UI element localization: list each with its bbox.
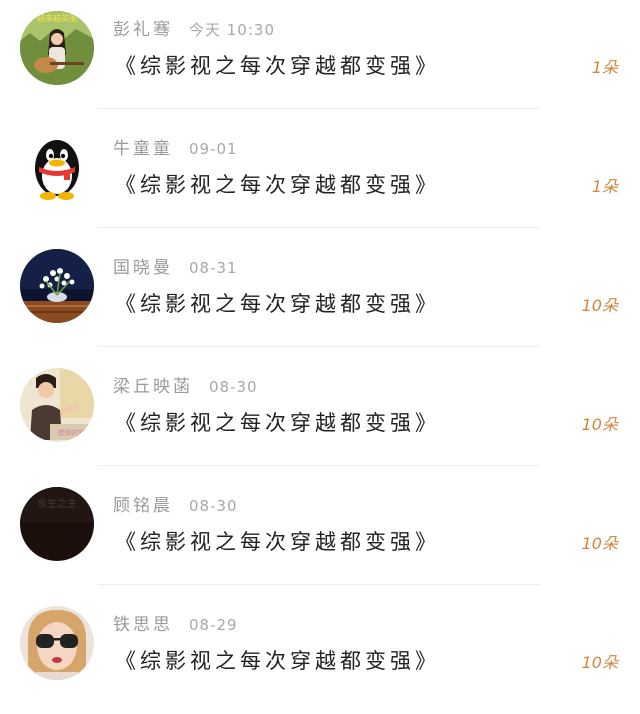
divider	[98, 465, 540, 466]
flower-count: 10朵	[581, 653, 618, 672]
avatar-text: 越来越美丽	[37, 13, 77, 23]
divider	[98, 227, 540, 228]
young-man-avatar[interactable]: 想你的夜	[20, 368, 94, 442]
post-date: 今天 10:30	[189, 21, 275, 39]
gift-list: 越来越美丽 彭礼骞 今天 10:30 《综影视之每次穿越都变强》 1朵 牛童童 …	[0, 0, 640, 690]
user-meta: 彭礼骞 今天 10:30	[113, 17, 275, 43]
user-meta: 铁思思 08-29	[113, 612, 238, 638]
list-item[interactable]: 铁思思 08-29 《综影视之每次穿越都变强》 10朵	[0, 595, 640, 714]
post-date: 08-31	[189, 259, 238, 277]
dark-text-avatar[interactable]: 余生之主	[20, 487, 94, 561]
divider	[98, 584, 540, 585]
book-title[interactable]: 《综影视之每次穿越都变强》	[115, 50, 440, 82]
user-name[interactable]: 国晓曼	[113, 258, 173, 278]
avatar-text: 想你的夜	[58, 428, 86, 437]
user-name[interactable]: 顾铭晨	[113, 496, 173, 516]
flower-count: 10朵	[581, 296, 618, 315]
divider	[98, 108, 540, 109]
book-title[interactable]: 《综影视之每次穿越都变强》	[115, 526, 440, 558]
book-title[interactable]: 《综影视之每次穿越都变强》	[115, 645, 440, 677]
user-name[interactable]: 牛童童	[113, 139, 173, 159]
post-date: 08-30	[209, 378, 258, 396]
flower-vase-avatar[interactable]	[20, 249, 94, 323]
book-title[interactable]: 《综影视之每次穿越都变强》	[115, 407, 440, 439]
user-name[interactable]: 彭礼骞	[113, 20, 173, 40]
post-date: 08-30	[189, 497, 238, 515]
list-item[interactable]: 越来越美丽 彭礼骞 今天 10:30 《综影视之每次穿越都变强》 1朵	[0, 0, 640, 119]
sunglasses-girl-avatar[interactable]	[20, 606, 94, 680]
post-date: 08-29	[189, 616, 238, 634]
avatar-text: 余生之主	[37, 497, 77, 510]
list-item[interactable]: 余生之主 顾铭晨 08-30 《综影视之每次穿越都变强》 10朵	[0, 476, 640, 595]
list-item[interactable]: 国晓曼 08-31 《综影视之每次穿越都变强》 10朵	[0, 238, 640, 357]
user-meta: 顾铭晨 08-30	[113, 493, 238, 519]
user-meta: 国晓曼 08-31	[113, 255, 238, 281]
user-name[interactable]: 梁丘映菡	[113, 377, 193, 397]
guitar-girl-avatar[interactable]: 越来越美丽	[20, 11, 94, 85]
user-name[interactable]: 铁思思	[113, 615, 173, 635]
divider	[98, 346, 540, 347]
user-meta: 梁丘映菡 08-30	[113, 374, 258, 400]
flower-count: 10朵	[581, 534, 618, 553]
list-item[interactable]: 想你的夜 梁丘映菡 08-30 《综影视之每次穿越都变强》 10朵	[0, 357, 640, 476]
post-date: 09-01	[189, 140, 238, 158]
flower-count: 1朵	[591, 58, 618, 77]
book-title[interactable]: 《综影视之每次穿越都变强》	[115, 288, 440, 320]
flower-count: 1朵	[591, 177, 618, 196]
book-title[interactable]: 《综影视之每次穿越都变强》	[115, 169, 440, 201]
user-meta: 牛童童 09-01	[113, 136, 238, 162]
flower-count: 10朵	[581, 415, 618, 434]
list-item[interactable]: 牛童童 09-01 《综影视之每次穿越都变强》 1朵	[0, 119, 640, 238]
penguin-avatar[interactable]	[20, 130, 94, 204]
